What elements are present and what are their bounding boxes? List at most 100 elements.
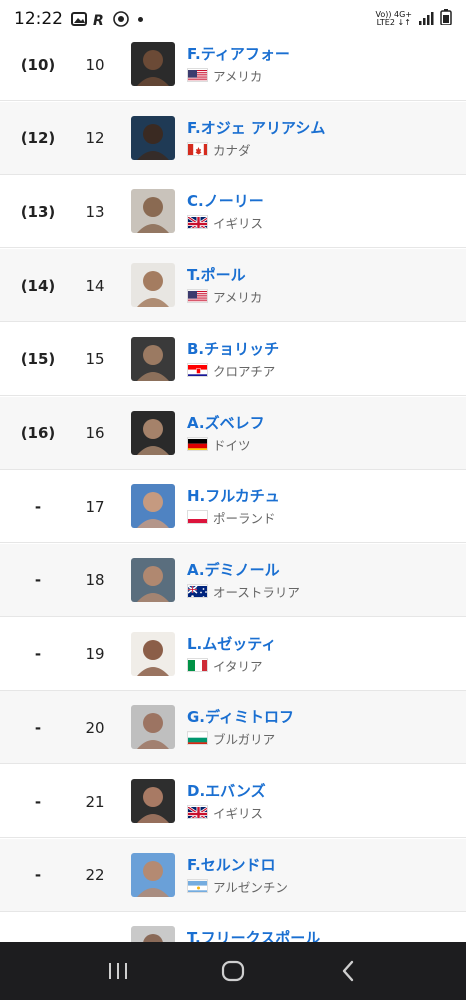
country-name: クロアチア xyxy=(213,363,276,379)
player-name-link[interactable]: F.ティアフォー xyxy=(187,43,290,64)
player-photo[interactable] xyxy=(131,631,175,676)
network-bottom-label: LTE2 ↓↑ xyxy=(376,18,411,27)
signal-icon xyxy=(418,10,434,29)
current-rank: 19 xyxy=(85,645,105,664)
ranking-row[interactable]: (14) 14 T.ポール アメリカ xyxy=(0,249,466,323)
ar-flag-icon xyxy=(187,878,208,893)
de-flag-icon xyxy=(187,436,208,451)
rankings-list[interactable]: (10) 10 F.ティアフォー アメリカ (12) 12 F.オジェ アリアシム カナダ (1… xyxy=(0,28,466,942)
bg-flag-icon xyxy=(187,731,208,746)
notification-dot-icon xyxy=(138,16,143,22)
player-photo[interactable] xyxy=(131,557,175,602)
home-icon[interactable] xyxy=(213,951,253,991)
player-photo[interactable] xyxy=(131,263,175,308)
previous-rank: - xyxy=(34,866,42,885)
previous-rank: (10) xyxy=(20,55,56,74)
player-name-link[interactable]: G.ディミトロフ xyxy=(187,706,294,727)
gallery-icon xyxy=(71,11,87,27)
ranking-row[interactable]: (13) 13 C.ノーリーイギリス xyxy=(0,175,466,249)
player-name-link[interactable]: A.デミノール xyxy=(187,559,280,580)
player-name-link[interactable]: T.フリークスポール xyxy=(187,927,320,942)
previous-rank: (12) xyxy=(20,129,56,148)
ranking-row[interactable]: - 21 D.エバンズイギリス xyxy=(0,765,466,838)
country-name: アルゼンチン xyxy=(213,879,288,895)
previous-rank: - xyxy=(34,792,42,811)
gb-flag-icon xyxy=(187,805,208,819)
player-name-link[interactable]: L.ムゼッティ xyxy=(187,633,276,654)
status-bar: 12:22 R Vo)) 4G+ LTE2 ↓↑ xyxy=(0,0,466,38)
ranking-row[interactable]: - 17 H.フルカチュ ポーランド xyxy=(0,470,466,544)
svg-text:R: R xyxy=(93,13,104,26)
current-rank: 13 xyxy=(85,202,105,221)
player-photo[interactable] xyxy=(131,115,175,160)
player-photo[interactable] xyxy=(131,336,175,381)
country-name: ドイツ xyxy=(213,437,251,453)
gb-flag-icon xyxy=(187,215,208,230)
country-name: イタリア xyxy=(213,658,263,674)
current-rank: 21 xyxy=(85,792,105,811)
ranking-row[interactable]: (12) 12 F.オジェ アリアシムカナダ xyxy=(0,101,466,175)
current-rank: 16 xyxy=(85,424,105,442)
recents-icon[interactable] xyxy=(98,951,138,991)
back-icon[interactable] xyxy=(328,951,368,991)
country-name: アメリカ xyxy=(213,69,263,84)
ranking-row[interactable]: - 19 L.ムゼッティイタリア xyxy=(0,617,466,691)
player-name-link[interactable]: D.エバンズ xyxy=(187,780,266,801)
current-rank: 12 xyxy=(85,129,105,148)
player-photo[interactable] xyxy=(131,189,175,234)
app-r-icon: R xyxy=(92,11,108,27)
au-flag-icon xyxy=(187,583,208,598)
previous-rank: (16) xyxy=(20,424,56,442)
player-photo[interactable] xyxy=(131,779,175,823)
ranking-row[interactable]: T.フリークスポール xyxy=(0,912,466,942)
ranking-row[interactable]: (15) 15 B.チョリッチクロアチア xyxy=(0,322,466,396)
country-name: ポーランド xyxy=(213,511,276,527)
player-photo[interactable] xyxy=(131,484,175,529)
player-name-link[interactable]: F.オジェ アリアシム xyxy=(187,117,325,138)
player-photo[interactable] xyxy=(131,42,175,86)
player-photo[interactable] xyxy=(131,852,175,897)
status-time: 12:22 xyxy=(14,9,63,29)
player-photo[interactable] xyxy=(131,926,175,942)
player-photo[interactable] xyxy=(131,705,175,750)
country-name: イギリス xyxy=(213,216,264,232)
player-name-link[interactable]: T.ポール xyxy=(187,264,246,285)
ca-flag-icon xyxy=(187,141,208,156)
previous-rank: (15) xyxy=(20,350,56,369)
pl-flag-icon xyxy=(187,510,208,525)
ranking-row[interactable]: - 20 G.ディミトロフ ブルガリア xyxy=(0,691,466,765)
player-name-link[interactable]: H.フルカチュ xyxy=(187,485,280,506)
player-photo[interactable] xyxy=(131,410,175,455)
previous-rank: (13) xyxy=(20,202,56,221)
hr-flag-icon xyxy=(187,362,208,377)
player-name-link[interactable]: A.ズベレフ xyxy=(187,412,265,433)
ranking-row[interactable]: (10) 10 F.ティアフォー アメリカ xyxy=(0,28,466,101)
previous-rank: (14) xyxy=(20,276,56,295)
current-rank: 15 xyxy=(85,350,105,369)
country-name: イギリス xyxy=(213,806,264,821)
player-name-link[interactable]: F.セルンドロ xyxy=(187,854,275,875)
previous-rank: - xyxy=(34,718,42,737)
country-name: オーストラリア xyxy=(213,584,300,600)
player-name-link[interactable]: C.ノーリー xyxy=(187,190,264,211)
ranking-row[interactable]: - 22 F.セルンドロアルゼンチン xyxy=(0,838,466,912)
it-flag-icon xyxy=(187,657,208,672)
current-rank xyxy=(72,912,118,942)
us-flag-icon xyxy=(187,68,208,82)
network-indicator: Vo)) 4G+ LTE2 ↓↑ xyxy=(375,11,412,27)
current-rank: 20 xyxy=(85,718,105,737)
tennis-icon xyxy=(113,11,129,27)
country-name: カナダ xyxy=(213,142,251,158)
us-flag-icon xyxy=(187,289,208,304)
previous-rank xyxy=(0,912,76,942)
previous-rank: - xyxy=(34,645,42,664)
ranking-row[interactable]: (16) 16 A.ズベレフドイツ xyxy=(0,396,466,470)
previous-rank: - xyxy=(34,571,42,590)
current-rank: 14 xyxy=(85,276,105,295)
battery-icon xyxy=(440,9,452,29)
current-rank: 22 xyxy=(85,866,105,885)
player-name-link[interactable]: B.チョリッチ xyxy=(187,338,279,359)
system-nav-bar xyxy=(0,942,466,1000)
current-rank: 17 xyxy=(85,497,105,516)
ranking-row[interactable]: - 18 A.デミノール オーストラリア xyxy=(0,543,466,617)
